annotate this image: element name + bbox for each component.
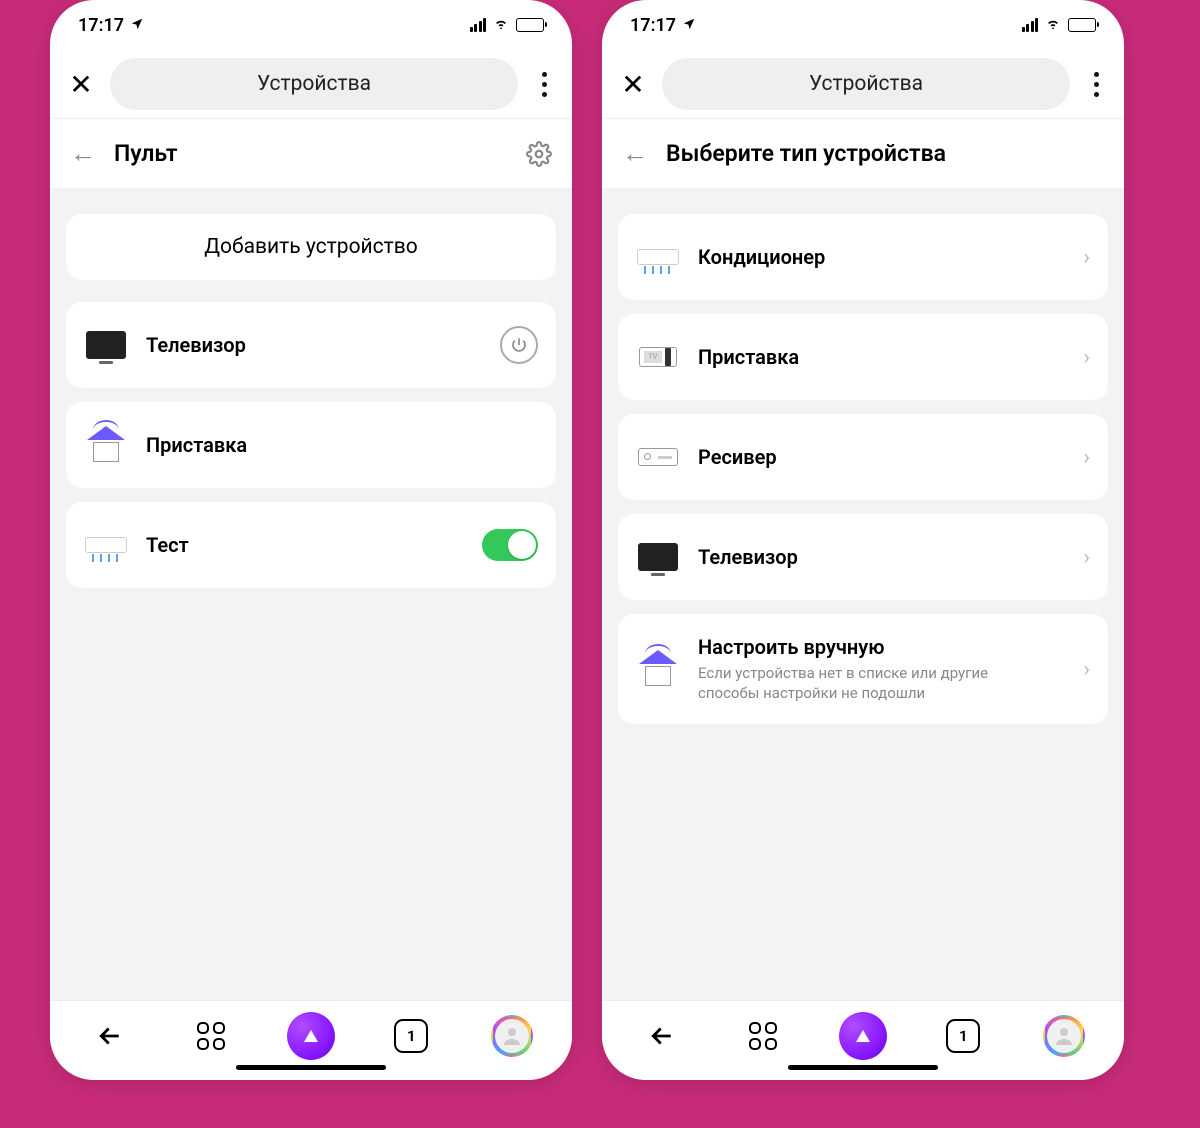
- device-card-test[interactable]: Тест: [66, 502, 556, 588]
- device-type-label: Ресивер: [698, 445, 1065, 469]
- nav-grid-icon[interactable]: [187, 1012, 235, 1060]
- wifi-icon: [492, 15, 510, 36]
- nav-tabs-button[interactable]: 1: [939, 1012, 987, 1060]
- battery-icon: [1068, 18, 1096, 32]
- gear-icon[interactable]: [526, 141, 552, 167]
- status-time: 17:17: [630, 15, 676, 36]
- power-button-icon[interactable]: [500, 326, 538, 364]
- nav-alice-button[interactable]: [839, 1012, 887, 1060]
- title-pill[interactable]: Устройства: [110, 58, 518, 110]
- location-icon: [130, 15, 144, 36]
- device-type-label: Телевизор: [698, 545, 1065, 569]
- chevron-right-icon: ›: [1083, 657, 1090, 682]
- chevron-right-icon: ›: [1083, 245, 1090, 270]
- ac-icon: [84, 523, 128, 567]
- nav-back-icon[interactable]: [86, 1012, 134, 1060]
- manual-subtitle: Если устройства нет в списке или другие …: [698, 663, 998, 704]
- content-area: Добавить устройство Телевизор Приставка …: [50, 188, 572, 1000]
- topbar: ✕ Устройства: [50, 50, 572, 118]
- chevron-right-icon: ›: [1083, 545, 1090, 570]
- device-type-tv[interactable]: Телевизор ›: [618, 514, 1108, 600]
- wifi-icon: [1044, 15, 1062, 36]
- subheader: ← Пульт: [50, 118, 572, 188]
- chevron-right-icon: ›: [1083, 345, 1090, 370]
- content-area: Кондиционер › TV Приставка › Ресивер › Т…: [602, 188, 1124, 1000]
- nav-back-icon[interactable]: [638, 1012, 686, 1060]
- house-icon: [636, 647, 680, 691]
- device-type-label: Кондиционер: [698, 245, 1065, 269]
- tab-count: 1: [959, 1027, 968, 1045]
- device-list: Телевизор Приставка Тест: [66, 302, 556, 588]
- tv-icon: [84, 323, 128, 367]
- kebab-menu-icon[interactable]: [532, 64, 556, 104]
- chevron-right-icon: ›: [1083, 445, 1090, 470]
- device-type-ac[interactable]: Кондиционер ›: [618, 214, 1108, 300]
- back-arrow-icon[interactable]: ←: [622, 138, 648, 169]
- subheader: ← Выберите тип устройства: [602, 118, 1124, 188]
- nav-grid-icon[interactable]: [739, 1012, 787, 1060]
- nav-avatar[interactable]: [488, 1012, 536, 1060]
- house-icon: [84, 423, 128, 467]
- location-icon: [682, 15, 696, 36]
- phone-right: 17:17 ✕ Устройства ← Выберите тип устрой…: [602, 0, 1124, 1080]
- tab-count: 1: [407, 1027, 416, 1045]
- manual-title: Настроить вручную: [698, 635, 1065, 659]
- phone-left: 17:17 ✕ Устройства ← Пульт Добавить устр…: [50, 0, 572, 1080]
- device-card-tv[interactable]: Телевизор: [66, 302, 556, 388]
- device-label: Приставка: [146, 433, 538, 457]
- device-type-receiver[interactable]: Ресивер ›: [618, 414, 1108, 500]
- device-type-settop[interactable]: TV Приставка ›: [618, 314, 1108, 400]
- nav-avatar[interactable]: [1040, 1012, 1088, 1060]
- device-label: Тест: [146, 533, 464, 557]
- receiver-icon: [636, 435, 680, 479]
- status-time: 17:17: [78, 15, 124, 36]
- ac-icon: [636, 235, 680, 279]
- home-indicator: [788, 1065, 938, 1070]
- battery-icon: [516, 18, 544, 32]
- topbar-title: Устройства: [257, 72, 371, 96]
- home-indicator: [236, 1065, 386, 1070]
- device-type-list: Кондиционер › TV Приставка › Ресивер › Т…: [618, 214, 1108, 724]
- device-type-manual[interactable]: Настроить вручную Если устройства нет в …: [618, 614, 1108, 724]
- signal-icon: [470, 18, 487, 32]
- subheader-title: Выберите тип устройства: [666, 140, 1104, 167]
- add-device-button[interactable]: Добавить устройство: [66, 214, 556, 280]
- topbar-title: Устройства: [809, 72, 923, 96]
- close-icon[interactable]: ✕: [618, 68, 648, 101]
- kebab-menu-icon[interactable]: [1084, 64, 1108, 104]
- title-pill[interactable]: Устройства: [662, 58, 1070, 110]
- close-icon[interactable]: ✕: [66, 68, 96, 101]
- toggle-switch[interactable]: [482, 529, 538, 561]
- status-bar: 17:17: [602, 0, 1124, 50]
- nav-alice-button[interactable]: [287, 1012, 335, 1060]
- device-card-settop[interactable]: Приставка: [66, 402, 556, 488]
- add-device-label: Добавить устройство: [204, 235, 418, 259]
- back-arrow-icon[interactable]: ←: [70, 138, 96, 169]
- topbar: ✕ Устройства: [602, 50, 1124, 118]
- device-type-label: Приставка: [698, 345, 1065, 369]
- signal-icon: [1022, 18, 1039, 32]
- status-bar: 17:17: [50, 0, 572, 50]
- settop-icon: TV: [636, 335, 680, 379]
- nav-tabs-button[interactable]: 1: [387, 1012, 435, 1060]
- tv-icon: [636, 535, 680, 579]
- subheader-title: Пульт: [114, 140, 508, 167]
- device-label: Телевизор: [146, 333, 482, 357]
